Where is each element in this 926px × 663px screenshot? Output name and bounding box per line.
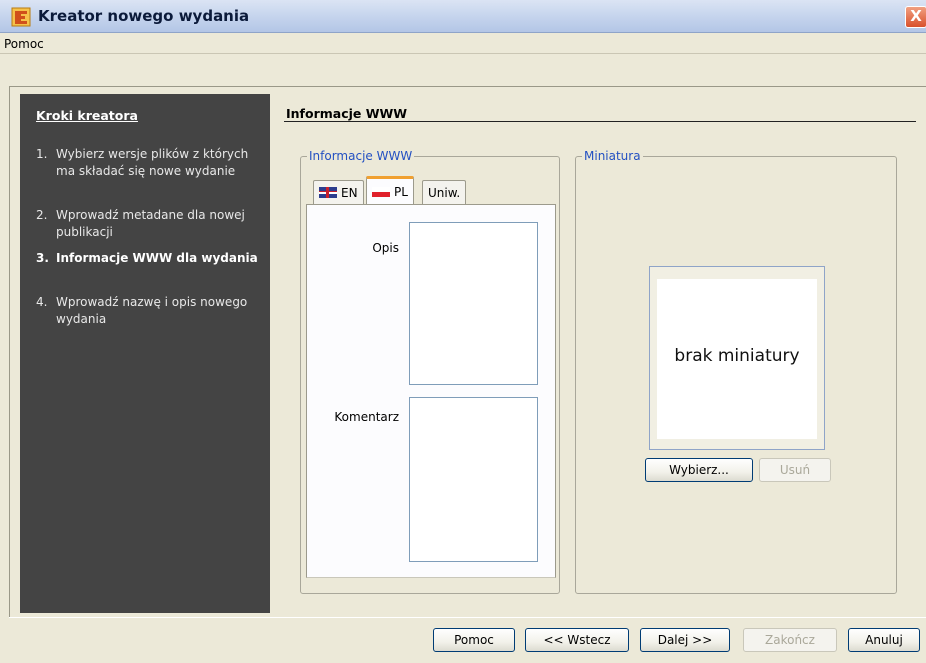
- app-logo-icon: [11, 7, 31, 27]
- next-button[interactable]: Dalej >>: [640, 628, 730, 652]
- tab-pl[interactable]: PL: [366, 176, 414, 204]
- choose-thumbnail-button[interactable]: Wybierz...: [645, 458, 753, 482]
- remove-thumbnail-button[interactable]: Usuń: [759, 458, 831, 482]
- description-textarea[interactable]: [409, 222, 538, 385]
- menu-bar: Pomoc: [0, 34, 926, 54]
- step-2: 2. Wprowadź metadane dla nowej publikacj…: [36, 207, 261, 241]
- step-label: Wprowadź metadane dla nowej publikacji: [56, 208, 245, 239]
- tab-label: EN: [341, 185, 358, 200]
- window-title: Kreator nowego wydania: [38, 7, 250, 25]
- heading-divider: [284, 121, 916, 122]
- step-4: 4. Wprowadź nazwę i opis nowego wydania: [36, 294, 261, 328]
- step-number: 3.: [36, 251, 49, 265]
- footer-divider: [9, 617, 926, 618]
- step-label: Informacje WWW dla wydania: [56, 251, 258, 265]
- group-title: Miniatura: [582, 149, 643, 163]
- close-button[interactable]: X: [905, 6, 926, 28]
- cancel-button[interactable]: Anuluj: [848, 628, 920, 652]
- thumbnail-placeholder: brak miniatury: [674, 346, 800, 366]
- step-1: 1. Wybierz wersje plików z których ma sk…: [36, 146, 261, 180]
- menu-help[interactable]: Pomoc: [4, 37, 44, 51]
- step-number: 4.: [36, 295, 48, 309]
- comment-textarea[interactable]: [409, 397, 538, 562]
- page-title: Informacje WWW: [286, 106, 408, 121]
- wizard-steps-sidebar: Kroki kreatora 1. Wybierz wersje plików …: [20, 94, 270, 613]
- description-label: Opis: [372, 241, 399, 255]
- sidebar-title: Kroki kreatora: [36, 108, 138, 123]
- step-number: 2.: [36, 208, 48, 222]
- flag-pl-icon: [372, 186, 390, 197]
- back-button[interactable]: << Wstecz: [525, 628, 629, 652]
- help-button[interactable]: Pomoc: [433, 628, 515, 652]
- tab-label: Uniw.: [428, 185, 461, 200]
- tab-en[interactable]: EN: [313, 180, 364, 204]
- title-bar[interactable]: Kreator nowego wydania X: [0, 0, 926, 33]
- step-3-active: 3. Informacje WWW dla wydania: [36, 250, 261, 267]
- step-label: Wprowadź nazwę i opis nowego wydania: [56, 295, 248, 326]
- step-number: 1.: [36, 147, 48, 161]
- tab-universal[interactable]: Uniw.: [422, 180, 467, 204]
- comment-label: Komentarz: [334, 410, 399, 424]
- thumbnail-preview: brak miniatury: [657, 279, 817, 439]
- group-title: Informacje WWW: [307, 149, 415, 163]
- tab-label: PL: [394, 184, 408, 199]
- flag-en-icon: [319, 187, 337, 198]
- step-label: Wybierz wersje plików z których ma skład…: [56, 147, 249, 178]
- finish-button[interactable]: Zakończ: [743, 628, 837, 652]
